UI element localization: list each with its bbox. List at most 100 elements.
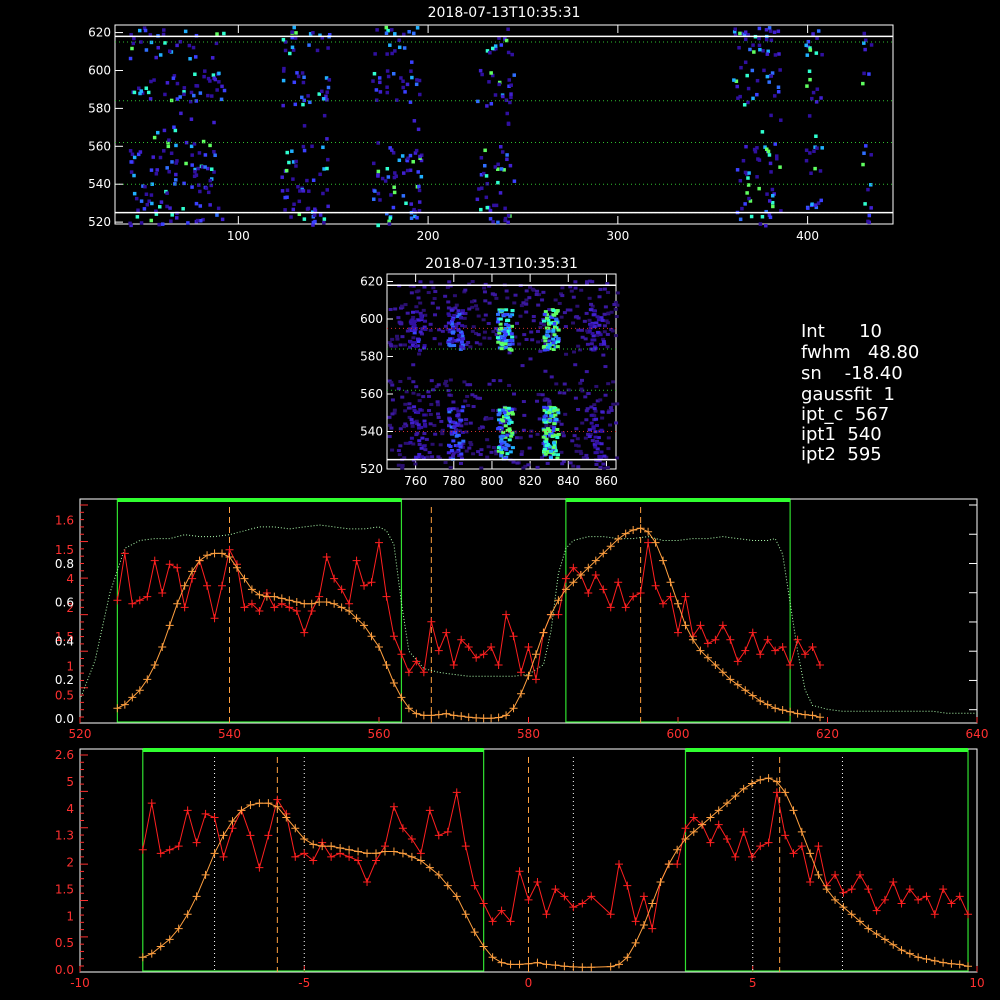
plot-1-pixel bbox=[162, 128, 167, 133]
plot-1-pixel bbox=[804, 43, 808, 48]
plot-2-pixel bbox=[432, 423, 437, 427]
plot-1-pixel bbox=[483, 148, 487, 153]
plot-1-pixel bbox=[169, 219, 173, 223]
plot-4-red-series-point bbox=[731, 852, 740, 861]
plot-2-pixel bbox=[522, 413, 527, 417]
plot-4-orange-series-point bbox=[192, 892, 201, 901]
plot-3-red-series-point bbox=[375, 538, 383, 547]
plot-2-pixel bbox=[496, 446, 501, 450]
plot-2-pixel bbox=[543, 369, 548, 373]
plot-1-pixel bbox=[414, 82, 419, 87]
plot-2-pixel bbox=[433, 290, 438, 294]
plot-2-pixel bbox=[483, 299, 488, 303]
plot-1-pixel bbox=[479, 156, 484, 160]
plot-1-pixel bbox=[813, 166, 817, 171]
plot-1-pixel bbox=[777, 52, 781, 56]
plot-2-pixel bbox=[417, 426, 422, 430]
plot-2-pixel bbox=[470, 393, 475, 397]
plot-2-pixel bbox=[552, 333, 557, 337]
plot-1-pixel bbox=[867, 213, 872, 218]
plot-1-pixel bbox=[767, 80, 771, 84]
gaussfit-readout: gaussfit 1 bbox=[801, 384, 895, 405]
plot-2-pixel bbox=[603, 393, 608, 397]
plot-4-orange-series-point bbox=[747, 779, 756, 788]
plot-2-pixel bbox=[550, 434, 555, 438]
plot-2-pixel bbox=[448, 417, 453, 421]
plot-2-pixel bbox=[482, 290, 487, 294]
plot-3-orange-series-point bbox=[404, 704, 413, 713]
plot-2-pixel bbox=[500, 434, 505, 438]
plot-2-pixel bbox=[403, 402, 408, 406]
plot-1-pixel bbox=[415, 215, 419, 220]
plot-2-pixel bbox=[528, 357, 533, 361]
plot-1-pixel bbox=[371, 161, 376, 166]
plot-2-pixel bbox=[458, 445, 463, 449]
plot-1-pixel bbox=[776, 90, 781, 94]
plot-1-pixel bbox=[302, 124, 307, 128]
plot-3-orange-series-point bbox=[375, 643, 383, 651]
plot-2-pixel bbox=[542, 418, 547, 422]
plot-1-pixel bbox=[285, 188, 290, 192]
plot-1-pixel bbox=[285, 150, 289, 155]
plot-3-red-series-point bbox=[629, 592, 638, 601]
plot-1-pixel bbox=[746, 176, 750, 180]
plot-3-red-series-point bbox=[771, 646, 780, 655]
plot-1-pixel bbox=[203, 165, 207, 169]
plot-2-pixel bbox=[503, 446, 508, 450]
plot-2-pixel bbox=[470, 329, 475, 333]
plot-3-red-series-point bbox=[449, 661, 458, 669]
plot-1-pixel bbox=[186, 221, 190, 225]
plot-1-pixel bbox=[165, 81, 170, 85]
plot-1-pixel bbox=[287, 160, 291, 165]
plot-4-red-series-point bbox=[673, 860, 682, 869]
plot-4-red-series-point bbox=[210, 813, 219, 822]
plot-1-pixel bbox=[499, 144, 503, 149]
plot-1-ytick-label: 620 bbox=[88, 26, 111, 40]
plot-2-pixel bbox=[547, 429, 552, 433]
plot-2-pixel bbox=[409, 436, 414, 440]
plot-2-pixel bbox=[598, 465, 603, 469]
plot-1-pixel bbox=[744, 144, 748, 149]
plot-1-pixel bbox=[170, 160, 174, 164]
plot-1-pixel bbox=[288, 51, 292, 56]
plot-2-pixel bbox=[540, 298, 545, 302]
plot-1-pixel bbox=[417, 78, 422, 83]
plot-2-pixel bbox=[561, 460, 566, 464]
plot-1-pixel bbox=[390, 28, 394, 32]
plot-1-pixel bbox=[505, 111, 509, 116]
plot-2-pixel bbox=[446, 321, 451, 325]
plot-1-pixel bbox=[510, 52, 514, 57]
plot-4-red-series-point bbox=[246, 831, 255, 840]
plot-1-pixel bbox=[410, 60, 414, 64]
plot-3-orange-series-point bbox=[322, 598, 331, 606]
plot-3-red-series-point bbox=[345, 599, 354, 608]
plot-3-window bbox=[565, 499, 791, 723]
plot-1-pixel bbox=[755, 146, 759, 150]
plot-1-pixel bbox=[762, 68, 766, 73]
plot-2-pixel bbox=[486, 445, 491, 449]
plot-2-pixel bbox=[587, 434, 592, 438]
plot-4-orange-series-point bbox=[639, 921, 648, 929]
plot-2-pixel bbox=[456, 328, 461, 332]
plot-4-red-series-point bbox=[219, 852, 228, 861]
plot-1-pixel bbox=[778, 68, 782, 72]
plot-1-pixel bbox=[512, 179, 517, 183]
plot-4-red-series-point bbox=[461, 842, 470, 851]
plot-3-orange-series-point bbox=[180, 581, 189, 590]
plot-2-xtick-label: 860 bbox=[595, 474, 618, 488]
plot-2-pixel bbox=[464, 422, 469, 426]
plot-2-pixel bbox=[602, 287, 607, 291]
plot-2-pixel bbox=[574, 443, 579, 447]
plot-2-pixel bbox=[430, 442, 435, 446]
plot-4-red-series-point bbox=[914, 895, 923, 904]
plot-4-orange-series-point bbox=[606, 962, 615, 971]
plot-3-orange-series-point bbox=[524, 671, 533, 680]
plot-3-orange-series-point bbox=[367, 632, 376, 641]
plot-3-red-series-point bbox=[173, 563, 182, 572]
plot-1-pixel bbox=[194, 84, 198, 88]
plot-2-pixel bbox=[614, 315, 619, 319]
plot-4-red-series-point bbox=[533, 878, 542, 886]
plot-3-orange-series-point bbox=[793, 709, 802, 718]
plot-2-pixel bbox=[563, 412, 568, 416]
plot-1-pixel bbox=[760, 214, 765, 219]
